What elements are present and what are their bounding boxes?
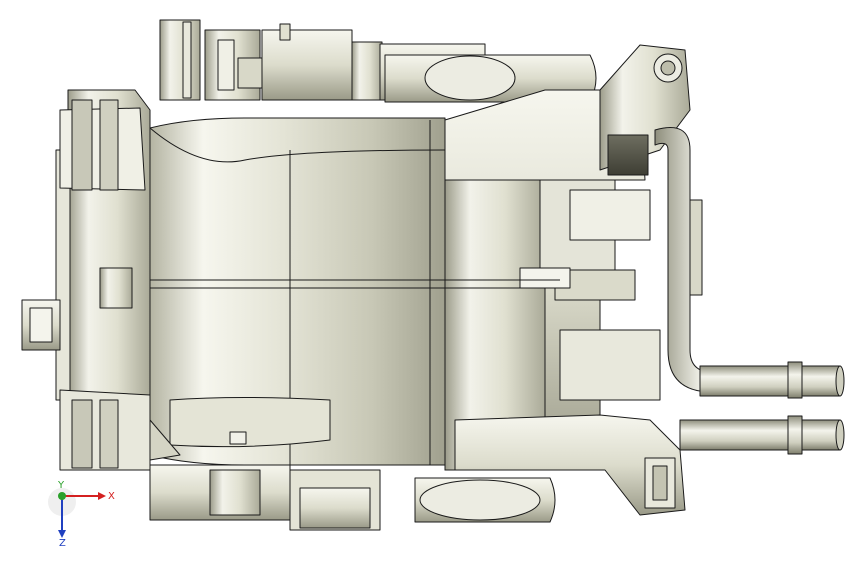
coolant-pipe-upper (654, 127, 845, 399)
y-axis-dot (58, 492, 66, 500)
y-axis-label: Y (57, 480, 65, 491)
x-axis-label: X (108, 491, 115, 502)
side-mount-bracket (689, 199, 703, 296)
cad-model-viewport[interactable]: X Y Z (0, 0, 867, 562)
z-axis-arrowhead (58, 530, 66, 538)
left-blower-housing (21, 89, 151, 471)
lower-assembly (149, 464, 556, 531)
z-axis-label: Z (59, 538, 66, 548)
coolant-pipe-lower (679, 415, 845, 455)
coordinate-triad: X Y Z (48, 480, 115, 548)
main-heater-core-housing (149, 117, 446, 466)
hvac-assembly-drawing (21, 19, 845, 531)
x-axis-arrowhead (98, 492, 106, 500)
